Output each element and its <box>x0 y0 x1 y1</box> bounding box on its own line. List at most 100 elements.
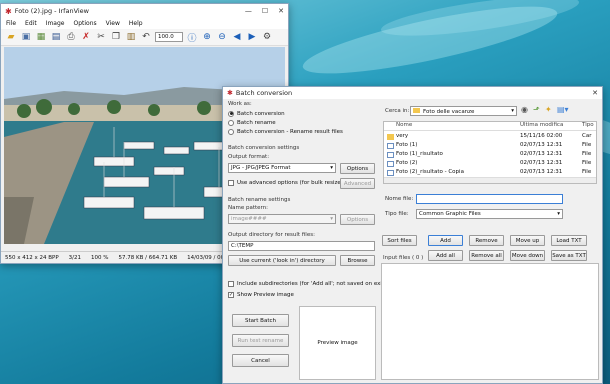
preview-label: Preview image <box>317 340 358 346</box>
menu-help[interactable]: Help <box>129 20 143 27</box>
rename-options-button[interactable]: Options <box>340 214 375 225</box>
mode-batch-conversion[interactable]: Batch conversion <box>228 109 343 118</box>
print-icon[interactable]: ⎙ <box>65 31 77 43</box>
checkbox-icon <box>228 281 234 287</box>
file-type: File <box>582 141 592 148</box>
include-subdirs-checkbox[interactable]: Include subdirectories (for 'Add all'; n… <box>228 281 386 287</box>
close-icon[interactable]: ✕ <box>592 89 598 97</box>
browse-button[interactable]: Browse <box>340 255 375 266</box>
output-dir-input[interactable]: C:\TEMP <box>228 241 375 251</box>
filetype-select[interactable]: Common Graphic Files ▾ <box>416 209 563 219</box>
view-menu-icon[interactable]: ▤▾ <box>557 105 569 114</box>
use-current-dir-button[interactable]: Use current ('look in') directory <box>228 255 336 266</box>
back-icon[interactable]: ◉ <box>521 105 528 114</box>
run-test-rename-button[interactable]: Run test rename <box>232 334 289 347</box>
show-preview-checkbox[interactable]: ✓ Show Preview image <box>228 292 294 298</box>
image-file-icon <box>387 151 394 158</box>
advanced-options-checkbox[interactable]: Use advanced options (for bulk resize...… <box>228 180 348 186</box>
menu-file[interactable]: File <box>6 20 16 27</box>
file-row[interactable]: Foto (1) 02/07/13 12:31 File <box>384 140 596 149</box>
maximize-icon[interactable]: ☐ <box>262 7 268 15</box>
minimize-icon[interactable]: — <box>245 7 252 15</box>
zoom-in-icon[interactable]: ⊕ <box>201 31 213 43</box>
batch-titlebar[interactable]: ✱ Batch conversion ✕ <box>223 87 602 99</box>
name-pattern-label: Name pattern: <box>228 205 269 211</box>
previous-icon[interactable]: ◀ <box>231 31 243 43</box>
menu-image[interactable]: Image <box>46 20 65 27</box>
remove-all-button[interactable]: Remove all <box>469 250 504 261</box>
work-as-label: Work as: <box>228 101 252 107</box>
open-folder-icon[interactable]: ▰ <box>5 31 17 43</box>
paste-icon[interactable]: ▥ <box>125 31 137 43</box>
column-type[interactable]: Tipo <box>582 122 596 130</box>
next-icon[interactable]: ▶ <box>246 31 258 43</box>
file-date: 02/07/13 12:31 <box>520 159 563 166</box>
file-row[interactable]: Foto (2) 02/07/13 12:31 File <box>384 158 596 167</box>
undo-icon[interactable]: ↶ <box>140 31 152 43</box>
settings-icon[interactable]: ⚙ <box>261 31 273 43</box>
include-subdirs-label: Include subdirectories (for 'Add all'; n… <box>237 281 387 287</box>
sort-files-button[interactable]: Sort files <box>382 235 417 246</box>
file-row[interactable]: Foto (2)_risultato - Copia 02/07/13 12:3… <box>384 167 596 176</box>
cut-icon[interactable]: ✂ <box>95 31 107 43</box>
save-icon[interactable]: ▤ <box>50 31 62 43</box>
mode-batch-rename[interactable]: Batch rename <box>228 118 343 127</box>
menu-view[interactable]: View <box>106 20 120 27</box>
name-pattern-value: image#### <box>231 216 267 222</box>
file-row[interactable]: Foto (1)_risultato 02/07/13 12:31 File <box>384 149 596 158</box>
save-as-txt-button[interactable]: Save as TXT <box>551 250 587 261</box>
zoom-out-icon[interactable]: ⊖ <box>216 31 228 43</box>
output-format-select[interactable]: JPG - JPG/JPEG Format ▾ <box>228 163 336 173</box>
radio-selected-icon <box>228 110 234 117</box>
folder-icon <box>413 108 420 113</box>
preview-image-area: Preview image <box>299 306 376 380</box>
name-pattern-input[interactable]: image#### ▾ <box>228 214 336 224</box>
look-in-select[interactable]: Foto delle vacanze ▾ <box>410 106 517 116</box>
cancel-button[interactable]: Cancel <box>232 354 289 367</box>
chevron-down-icon: ▾ <box>557 211 560 217</box>
menu-options[interactable]: Options <box>73 20 96 27</box>
move-down-button[interactable]: Move down <box>510 250 545 261</box>
file-list-scrollbar[interactable] <box>384 177 596 183</box>
column-date[interactable]: Ultima modifica <box>520 122 582 130</box>
folder-icon <box>387 133 394 140</box>
file-name: Foto (1) <box>396 141 418 148</box>
column-name[interactable]: Nome <box>384 122 520 130</box>
output-dir-label: Output directory for result files: <box>228 232 315 238</box>
start-batch-button[interactable]: Start Batch <box>232 314 289 327</box>
radio-icon <box>228 119 234 126</box>
options-button[interactable]: Options <box>340 163 375 174</box>
output-format-value: JPG - JPG/JPEG Format <box>231 165 291 171</box>
remove-button[interactable]: Remove <box>469 235 504 246</box>
load-txt-button[interactable]: Load TXT <box>551 235 587 246</box>
slideshow-icon[interactable]: ▣ <box>20 31 32 43</box>
thumbnails-icon[interactable]: ▦ <box>35 31 47 43</box>
zoom-select[interactable]: 100.0 <box>155 32 183 42</box>
mode-label: Batch conversion <box>237 110 285 117</box>
add-all-button[interactable]: Add all <box>428 250 463 261</box>
delete-icon[interactable]: ✗ <box>80 31 92 43</box>
image-file-icon <box>387 142 394 149</box>
info-icon[interactable]: ⓘ <box>186 31 198 44</box>
file-row[interactable]: very 15/11/16 02:00 Car <box>384 131 596 140</box>
checkbox-checked-icon: ✓ <box>228 292 234 298</box>
new-folder-icon[interactable]: ✦ <box>545 105 552 114</box>
move-up-button[interactable]: Move up <box>510 235 545 246</box>
close-icon[interactable]: ✕ <box>278 7 284 15</box>
advanced-button[interactable]: Advanced <box>340 178 375 189</box>
file-date: 15/11/16 02:00 <box>520 132 563 139</box>
file-list-header: Nome Ultima modifica Tipo <box>384 122 596 131</box>
file-date: 02/07/13 12:31 <box>520 141 563 148</box>
viewer-titlebar[interactable]: ✱ Foto (2).jpg - IrfanView — ☐ ✕ <box>1 4 288 18</box>
filename-input[interactable] <box>416 194 563 204</box>
status-dims: 550 x 412 x 24 BPP <box>5 254 59 261</box>
up-folder-icon[interactable]: ⬏ <box>533 105 540 114</box>
filetype-label: Tipo file: <box>385 211 409 217</box>
mode-convert-rename[interactable]: Batch conversion - Rename result files <box>228 127 343 136</box>
add-button[interactable]: Add <box>428 235 463 246</box>
input-files-list[interactable] <box>381 263 599 380</box>
menu-edit[interactable]: Edit <box>25 20 37 27</box>
copy-icon[interactable]: ❐ <box>110 31 122 43</box>
irfanview-icon: ✱ <box>227 89 233 97</box>
file-list: Nome Ultima modifica Tipo very 15/11/16 … <box>383 121 597 184</box>
